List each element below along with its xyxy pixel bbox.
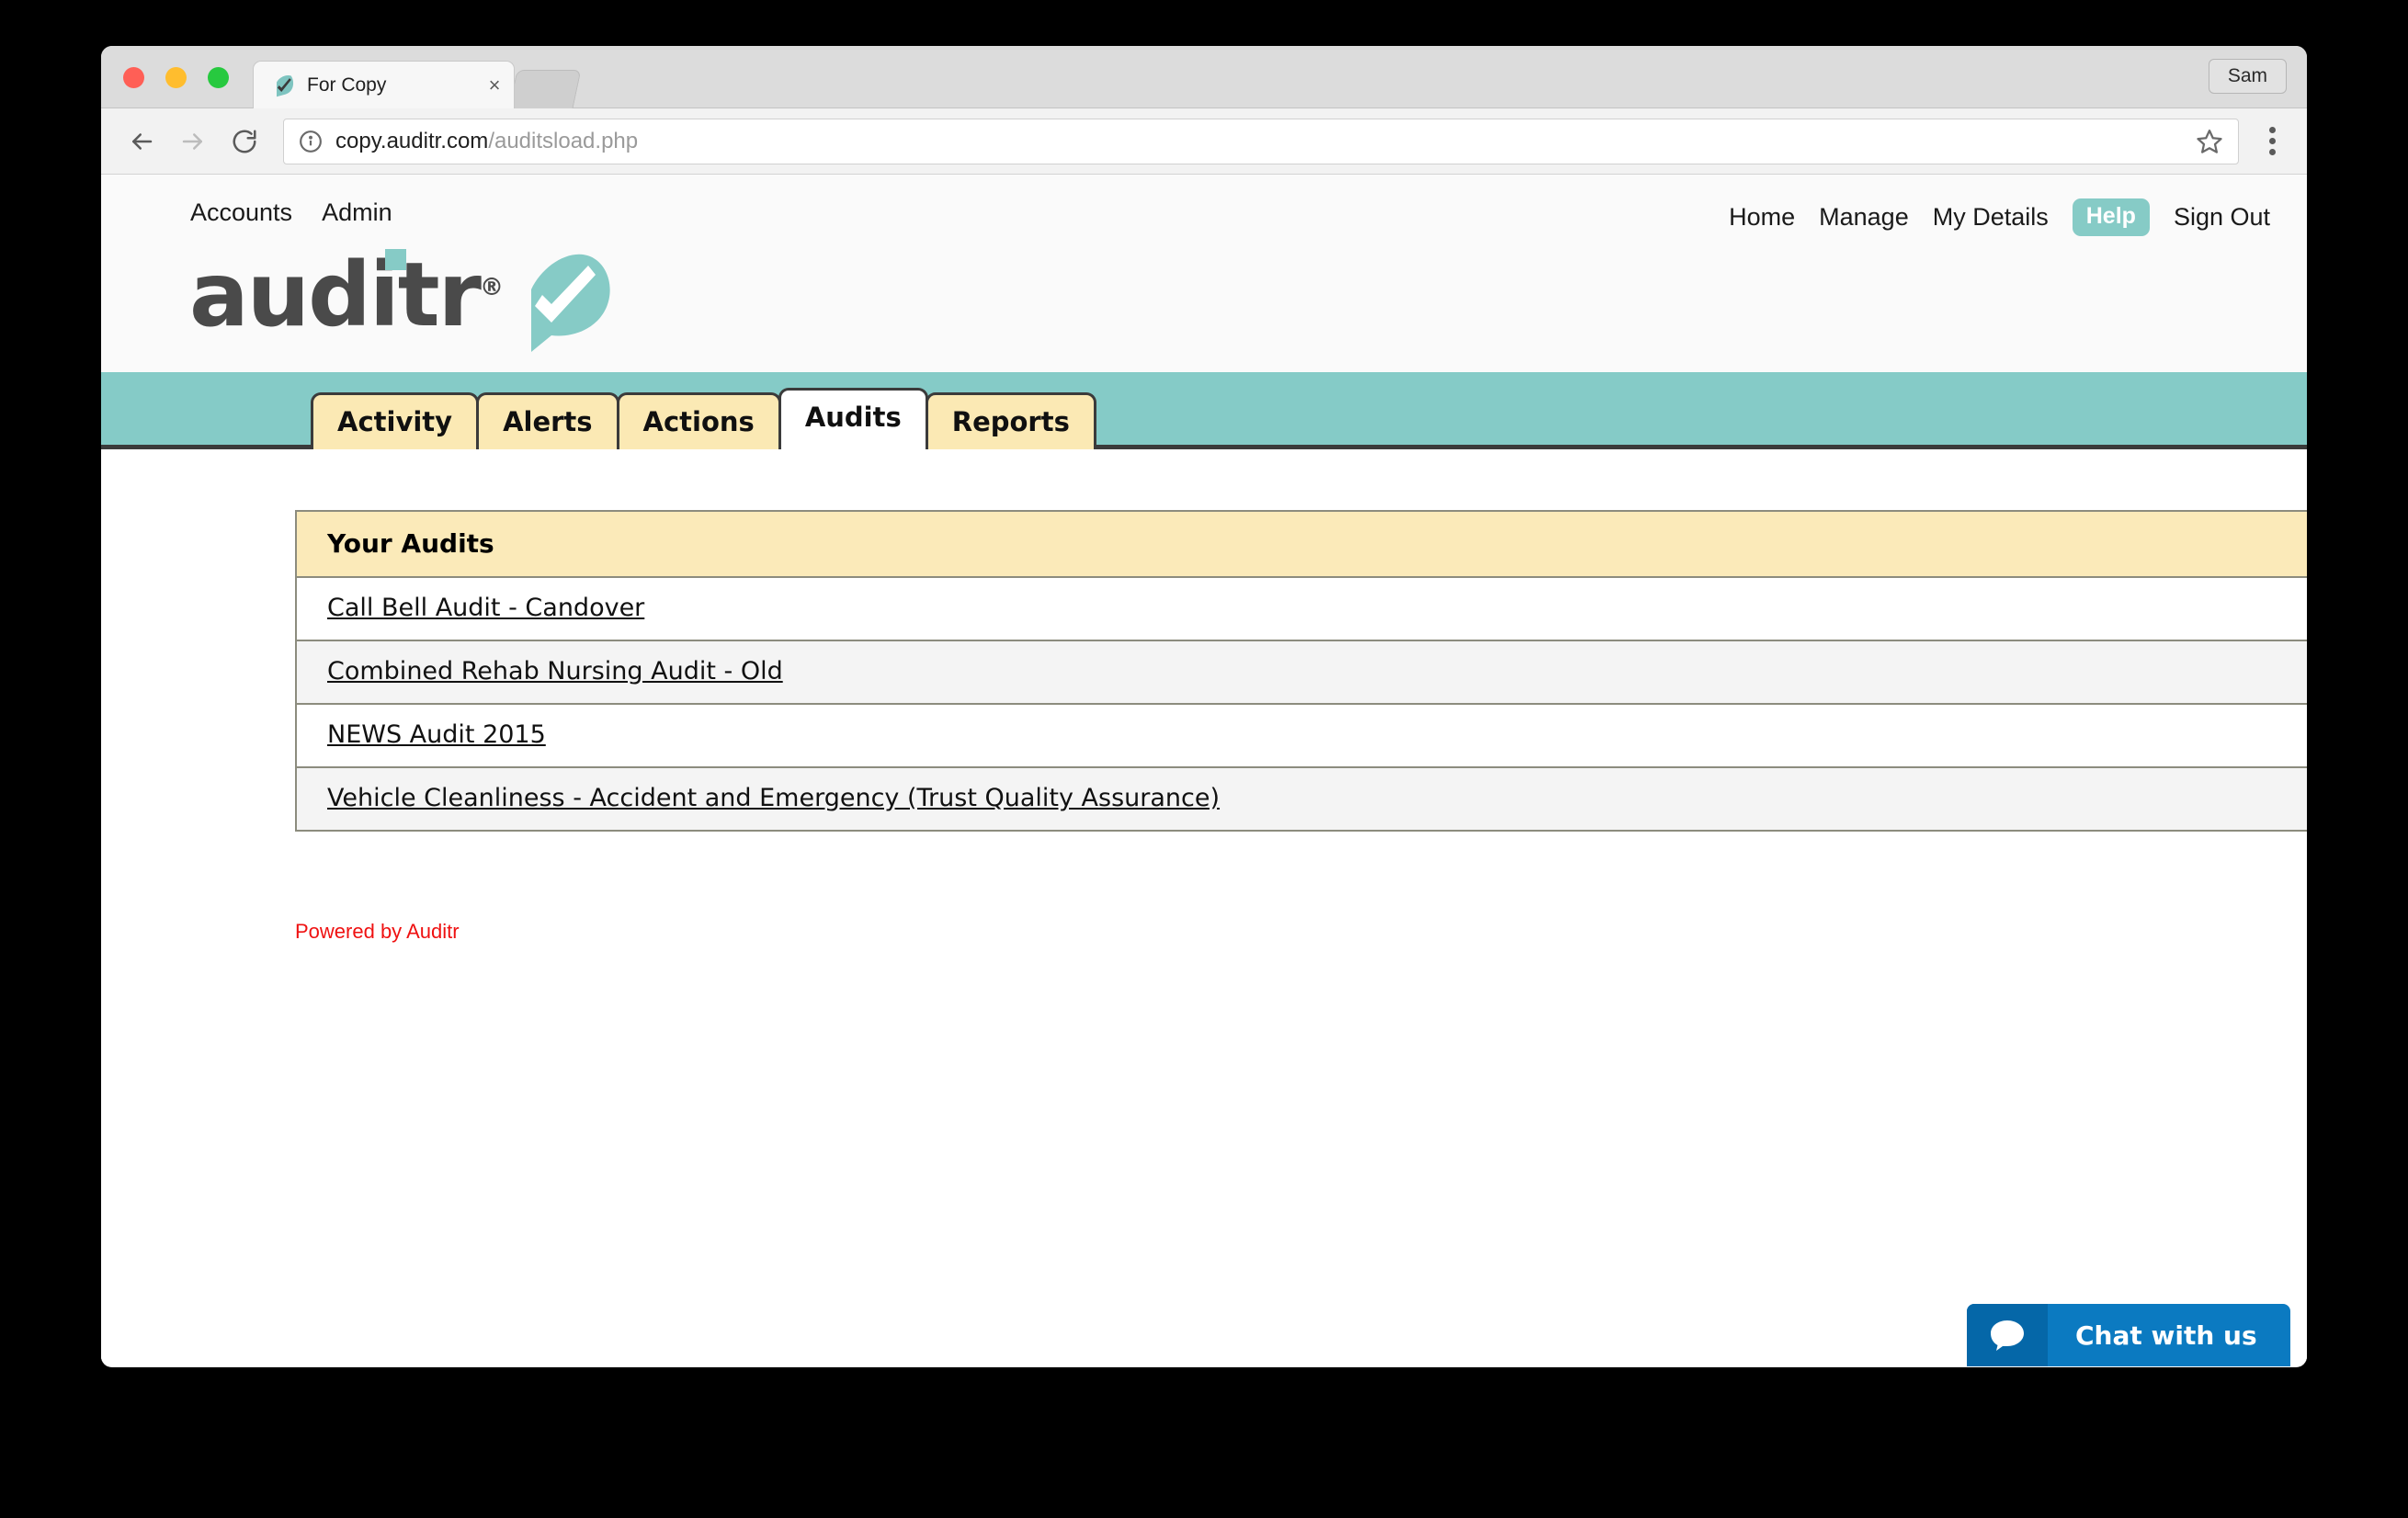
browser-tab-inactive[interactable] xyxy=(508,70,582,108)
audit-link[interactable]: Vehicle Cleanliness - Accident and Emerg… xyxy=(327,784,1220,812)
table-row[interactable]: Vehicle Cleanliness - Accident and Emerg… xyxy=(295,766,2307,832)
back-arrow-icon[interactable] xyxy=(116,116,167,167)
menu-dot xyxy=(2268,127,2276,133)
menu-dot xyxy=(2268,138,2276,144)
main-content: Your Audits Call Bell Audit - Candover C… xyxy=(101,449,2307,1366)
powered-by-footer: Powered by Auditr xyxy=(295,920,460,943)
nav-link-admin[interactable]: Admin xyxy=(322,198,392,227)
browser-window: For Copy × Sam copy.auditr.com/auditsloa… xyxy=(101,46,2307,1367)
table-cell: Call Bell Audit - Candover xyxy=(295,576,2307,641)
chat-widget-label: Chat with us xyxy=(2075,1320,2257,1351)
nav-link-manage[interactable]: Manage xyxy=(1819,203,1909,232)
logo-wordmark: auditr® xyxy=(189,249,504,339)
url-text: copy.auditr.com/auditsload.php xyxy=(335,129,638,154)
table-cell: NEWS Audit 2015 xyxy=(295,703,2307,768)
site-info-icon[interactable] xyxy=(299,130,323,153)
close-window-button[interactable] xyxy=(123,67,144,88)
audit-link[interactable]: Combined Rehab Nursing Audit - Old xyxy=(327,657,783,685)
table-row[interactable]: NEWS Audit 2015 xyxy=(295,703,2307,768)
menu-dot xyxy=(2268,149,2276,155)
table-header-your-audits: Your Audits xyxy=(295,510,2307,578)
logo-word: auditr xyxy=(189,244,482,346)
chat-with-us-widget[interactable]: Chat with us xyxy=(1967,1304,2290,1366)
url-path: /auditsload.php xyxy=(488,128,639,153)
maximize-window-button[interactable] xyxy=(208,67,229,88)
reload-icon[interactable] xyxy=(219,116,270,167)
tab-actions[interactable]: Actions xyxy=(616,392,781,449)
audit-link[interactable]: Call Bell Audit - Candover xyxy=(327,594,644,622)
audit-link[interactable]: NEWS Audit 2015 xyxy=(327,720,546,749)
auditr-leaf-favicon xyxy=(277,74,294,96)
profile-button[interactable]: Sam xyxy=(2208,59,2287,94)
browser-tab-title: For Copy xyxy=(307,74,387,96)
page-viewport: Accounts Admin Home Manage My Details He… xyxy=(101,175,2307,1366)
browser-tab-active[interactable]: For Copy × xyxy=(253,61,515,108)
chat-bubble-icon xyxy=(1967,1304,2048,1366)
nav-link-accounts[interactable]: Accounts xyxy=(190,198,292,227)
url-domain: copy.auditr.com xyxy=(335,128,489,153)
close-tab-icon[interactable]: × xyxy=(481,72,508,99)
site-logo[interactable]: auditr® xyxy=(189,249,616,356)
table-cell: Combined Rehab Nursing Audit - Old xyxy=(295,640,2307,705)
logo-teal-dot xyxy=(385,249,406,270)
tab-alerts[interactable]: Alerts xyxy=(476,392,619,449)
table-row[interactable]: Call Bell Audit - Candover xyxy=(295,576,2307,641)
nav-link-my-details[interactable]: My Details xyxy=(1933,203,2049,232)
window-traffic-lights xyxy=(123,67,229,88)
page-tab-band: Activity Alerts Actions Audits Reports xyxy=(101,372,2307,449)
leaf-check-logo-mark xyxy=(530,254,610,352)
nav-link-home[interactable]: Home xyxy=(1729,203,1795,232)
three-dot-menu-icon[interactable] xyxy=(2252,119,2292,164)
top-nav-right: Home Manage My Details Help Sign Out xyxy=(1729,198,2270,236)
nav-link-sign-out[interactable]: Sign Out xyxy=(2174,203,2270,232)
site-header: Accounts Admin Home Manage My Details He… xyxy=(101,175,2307,372)
top-nav-left: Accounts Admin xyxy=(190,198,392,227)
address-bar[interactable]: copy.auditr.com/auditsload.php xyxy=(283,118,2239,164)
table-row[interactable]: Combined Rehab Nursing Audit - Old xyxy=(295,640,2307,705)
tab-audits[interactable]: Audits xyxy=(778,388,928,449)
audits-table: Your Audits Call Bell Audit - Candover C… xyxy=(295,510,2307,832)
nav-link-help[interactable]: Help xyxy=(2072,198,2150,236)
star-bookmark-icon[interactable] xyxy=(2196,128,2223,155)
table-header-row: Your Audits xyxy=(295,510,2307,578)
forward-arrow-icon[interactable] xyxy=(167,116,219,167)
table-cell: Vehicle Cleanliness - Accident and Emerg… xyxy=(295,766,2307,832)
tab-reports[interactable]: Reports xyxy=(925,392,1096,449)
logo-registered-mark: ® xyxy=(479,274,504,301)
minimize-window-button[interactable] xyxy=(165,67,187,88)
browser-toolbar: copy.auditr.com/auditsload.php xyxy=(101,108,2307,175)
browser-tab-strip: For Copy × Sam xyxy=(101,46,2307,108)
tab-activity[interactable]: Activity xyxy=(311,392,480,449)
page-tabs: Activity Alerts Actions Audits Reports xyxy=(311,388,1096,449)
